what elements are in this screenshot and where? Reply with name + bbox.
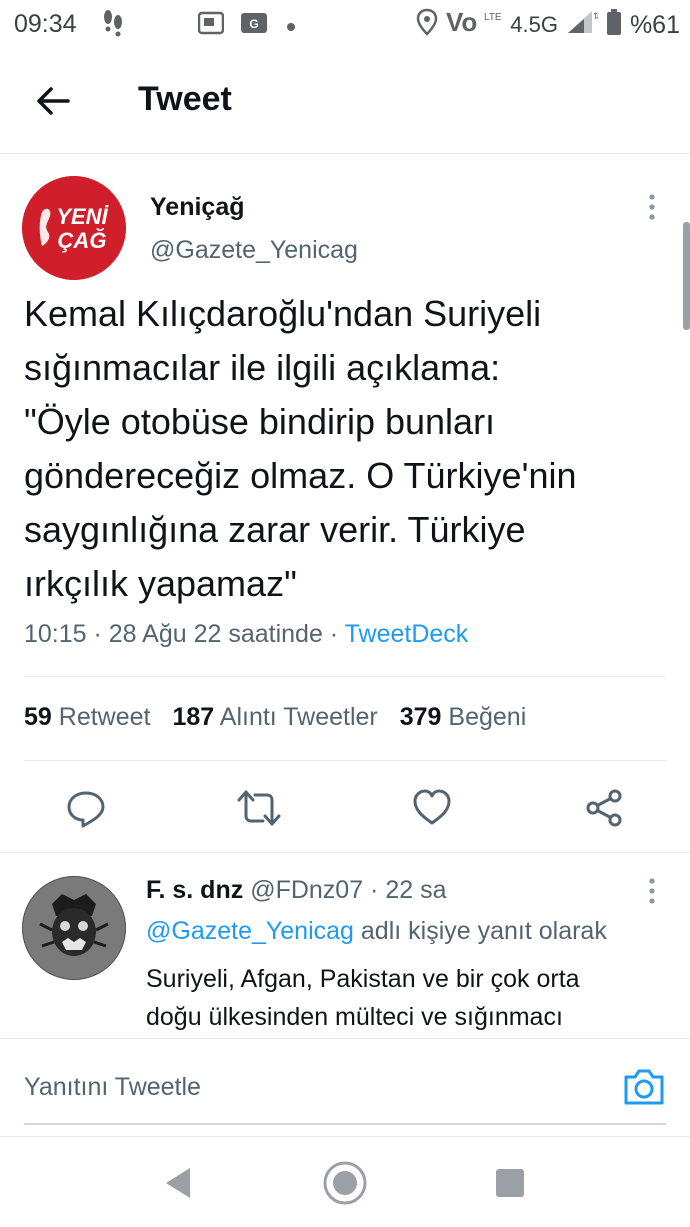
share-icon: [586, 789, 622, 827]
camera-button[interactable]: [622, 1067, 666, 1107]
tweet-stats: 59 Retweet 187 Alıntı Tweetler 379 Beğen…: [24, 703, 526, 732]
back-button[interactable]: [28, 76, 78, 126]
home-circle-icon: [323, 1161, 367, 1205]
divider: [0, 852, 690, 853]
more-vertical-icon: [649, 878, 655, 904]
reply-author-handle[interactable]: @FDnz07: [250, 876, 363, 904]
camera-icon: [624, 1069, 664, 1105]
reply-button[interactable]: [64, 786, 108, 830]
yenicag-logo: YENİ ÇAĞ: [22, 176, 126, 280]
tweet-text: Kemal Kılıçdaroğlu'ndan Suriyeli sığınma…: [24, 293, 577, 604]
share-button[interactable]: [582, 786, 626, 830]
square-recents-icon: [496, 1169, 524, 1197]
svg-text:ÇAĞ: ÇAĞ: [58, 228, 107, 253]
signal-icon: ⇅: [566, 9, 601, 41]
retweet-icon: [237, 790, 281, 826]
retweets-stat[interactable]: 59 Retweet: [24, 703, 150, 732]
dot-icon: [284, 13, 298, 41]
svg-text:YENİ: YENİ: [56, 204, 109, 229]
reply-author-name[interactable]: F. s. dnz: [146, 876, 243, 904]
status-time: 09:34: [14, 10, 77, 38]
triangle-back-icon: [166, 1168, 190, 1198]
tweet-source-link[interactable]: TweetDeck: [345, 620, 469, 648]
replying-to-link[interactable]: @Gazete_Yenicag: [146, 917, 354, 945]
footsteps-icon: [100, 8, 126, 45]
tweet-actions: [0, 780, 690, 836]
more-options-button[interactable]: [640, 192, 664, 224]
reply-time: · 22 sa: [363, 876, 447, 904]
quotes-count: 187: [172, 703, 215, 731]
page-title: Tweet: [138, 80, 232, 118]
like-button[interactable]: [410, 786, 454, 830]
replying-to-suffix: adlı kişiye yanıt olarak: [353, 917, 607, 945]
quotes-stat[interactable]: 187 Alıntı Tweetler: [172, 703, 377, 732]
like-icon: [413, 789, 451, 825]
svg-text:Vo: Vo: [446, 8, 477, 36]
volte-icon: Vo LTE: [446, 7, 502, 42]
svg-text:LTE: LTE: [484, 12, 502, 23]
divider: [24, 676, 666, 677]
more-vertical-icon: [649, 194, 655, 220]
quotes-label: Alıntı Tweetler: [219, 703, 378, 731]
top-bar: Tweet: [0, 48, 690, 154]
reply-avatar[interactable]: [22, 876, 126, 980]
likes-label: Beğeni: [448, 703, 527, 731]
likes-stat[interactable]: 379 Beğeni: [400, 703, 527, 732]
location-icon: [416, 8, 438, 42]
svg-text:G: G: [249, 17, 258, 31]
author-name[interactable]: Yeniçağ: [150, 193, 245, 222]
scrollbar[interactable]: [683, 222, 690, 330]
reply-text: Suriyeli, Afgan, Pakistan ve bir çok ort…: [146, 965, 580, 1031]
battery-label: %61: [629, 10, 680, 39]
divider: [24, 760, 666, 761]
likes-count: 379: [399, 703, 442, 731]
reply-more-options-button[interactable]: [640, 876, 664, 908]
reply-icon: [67, 791, 105, 828]
retweets-label: Retweet: [58, 703, 151, 731]
status-left-icons: G: [100, 8, 298, 45]
avatar[interactable]: YENİ ÇAĞ: [22, 176, 126, 280]
tweet-meta: 10:15 · 28 Ağu 22 saatinde · TweetDeck: [24, 620, 468, 649]
network-label: 4.5G: [510, 12, 558, 37]
tweet-timestamp[interactable]: 10:15 · 28 Ağu 22 saatinde ·: [24, 620, 345, 648]
composer-underline: [24, 1123, 666, 1125]
nav-back-button[interactable]: [154, 1159, 202, 1207]
battery-icon: [606, 8, 622, 42]
retweet-button[interactable]: [237, 786, 281, 830]
nav-recents-button[interactable]: [486, 1159, 534, 1207]
arrow-left-icon: [37, 87, 70, 115]
reply-header: F. s. dnz @FDnz07 · 22 sa: [146, 876, 446, 905]
author-handle[interactable]: @Gazete_Yenicag: [150, 236, 358, 265]
reply-input[interactable]: Yanıtını Tweetle: [24, 1073, 201, 1102]
mask-avatar-image: [22, 876, 126, 980]
reply-composer: Yanıtını Tweetle: [0, 1038, 690, 1136]
screen-icon: [197, 11, 225, 42]
retweets-count: 59: [24, 703, 52, 731]
nav-home-button[interactable]: [321, 1159, 369, 1207]
status-bar: 09:34 G Vo LTE 4.5G ⇅ %61: [0, 0, 690, 48]
replying-to: @Gazete_Yenicag adlı kişiye yanıt olarak: [146, 917, 607, 946]
ge-icon: G: [240, 12, 268, 41]
navigation-bar: [0, 1136, 690, 1227]
svg-text:⇅: ⇅: [593, 11, 598, 21]
status-right: Vo LTE 4.5G ⇅ %61: [416, 7, 680, 42]
